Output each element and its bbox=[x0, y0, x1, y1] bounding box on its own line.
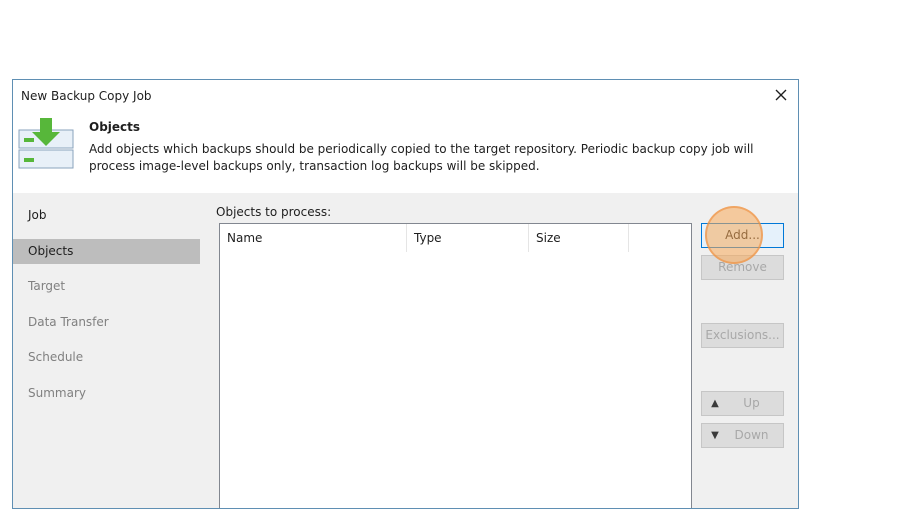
new-backup-copy-job-dialog: New Backup Copy Job Objects Add objects … bbox=[12, 79, 799, 509]
wizard-steps-nav: Job Objects Target Data Transfer Schedul… bbox=[13, 193, 200, 508]
step-title: Objects bbox=[89, 120, 141, 134]
down-button[interactable]: ▼ Down bbox=[701, 423, 784, 448]
up-button-label: Up bbox=[743, 396, 760, 410]
column-header-type[interactable]: Type bbox=[407, 224, 529, 252]
column-header-size[interactable]: Size bbox=[529, 224, 629, 252]
nav-step-target[interactable]: Target bbox=[13, 274, 200, 299]
title-bar: New Backup Copy Job bbox=[13, 80, 798, 112]
nav-step-schedule[interactable]: Schedule bbox=[13, 345, 200, 370]
nav-step-summary[interactable]: Summary bbox=[13, 381, 200, 406]
objects-to-process-label: Objects to process: bbox=[216, 205, 332, 219]
window-title: New Backup Copy Job bbox=[21, 89, 152, 103]
wizard-body: Job Objects Target Data Transfer Schedul… bbox=[13, 193, 798, 508]
step-description: Add objects which backups should be peri… bbox=[89, 142, 754, 173]
arrow-down-icon: ▼ bbox=[711, 430, 719, 441]
add-button[interactable]: Add... bbox=[701, 223, 784, 248]
remove-button[interactable]: Remove bbox=[701, 255, 784, 280]
up-button[interactable]: ▲ Up bbox=[701, 391, 784, 416]
down-button-label: Down bbox=[734, 428, 769, 442]
arrow-up-icon: ▲ bbox=[711, 398, 719, 409]
backup-copy-icon bbox=[18, 116, 74, 172]
nav-step-objects[interactable]: Objects bbox=[13, 239, 200, 264]
objects-list[interactable]: Name Type Size bbox=[219, 223, 692, 508]
column-header-name[interactable]: Name bbox=[220, 224, 407, 252]
close-icon[interactable] bbox=[770, 84, 792, 106]
nav-step-data-transfer[interactable]: Data Transfer bbox=[13, 310, 200, 335]
nav-step-job[interactable]: Job bbox=[13, 203, 200, 228]
exclusions-button[interactable]: Exclusions... bbox=[701, 323, 784, 348]
